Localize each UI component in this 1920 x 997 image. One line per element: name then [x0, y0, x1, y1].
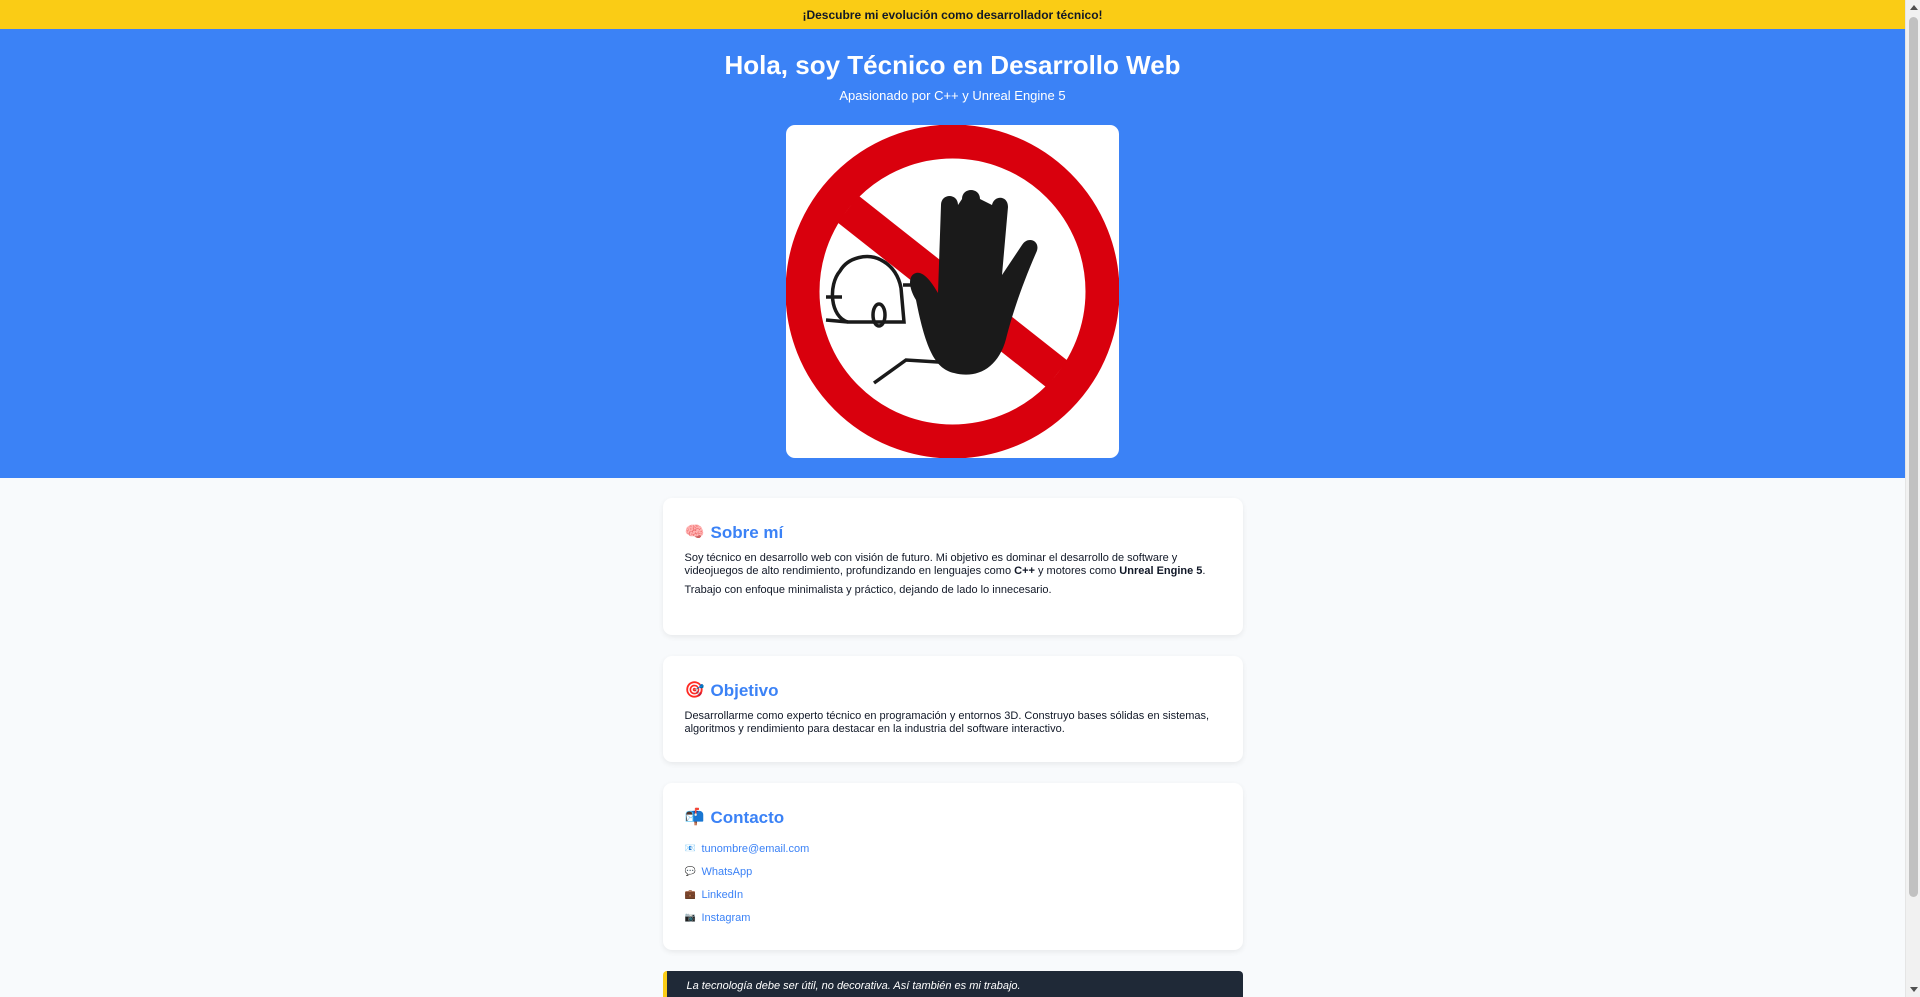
- target-icon: 🎯: [684, 682, 705, 699]
- no-entry-stop-hand-icon: [786, 125, 1119, 458]
- hero-image: [786, 125, 1119, 458]
- contact-heading: 📬 Contacto: [685, 807, 1221, 829]
- hero-section: Hola, soy Técnico en Desarrollo Web Apas…: [0, 29, 1905, 478]
- main-content: 🧠 Sobre mí Soy técnico en desarrollo web…: [662, 498, 1243, 997]
- contact-item-whatsapp: 💬 WhatsApp: [685, 860, 1221, 883]
- about-card: 🧠 Sobre mí Soy técnico en desarrollo web…: [662, 498, 1243, 635]
- contact-item-instagram: 📷 Instagram: [685, 906, 1221, 929]
- about-text-c: .: [1202, 565, 1206, 577]
- page-title: Hola, soy Técnico en Desarrollo Web: [724, 50, 1181, 80]
- goal-heading: 🎯 Objetivo: [685, 680, 1221, 702]
- speech-bubble-icon: 💬: [684, 866, 696, 876]
- contact-item-email: 📧 tunombre@email.com: [685, 837, 1221, 860]
- briefcase-icon: 💼: [684, 889, 696, 899]
- scrollbar-thumb[interactable]: [1909, 17, 1918, 897]
- brain-icon: 🧠: [684, 524, 705, 541]
- about-text-b: y motores como: [1034, 565, 1120, 577]
- email-link[interactable]: tunombre@email.com: [702, 843, 810, 855]
- goal-card: 🎯 Objetivo Desarrollarme como experto té…: [662, 656, 1243, 762]
- camera-icon: 📷: [684, 912, 696, 922]
- mailbox-icon: 📬: [684, 809, 705, 826]
- footer-quote: La tecnología debe ser útil, no decorati…: [662, 971, 1243, 997]
- email-icon: 📧: [684, 843, 696, 853]
- contact-item-linkedin: 💼 LinkedIn: [685, 883, 1221, 906]
- about-paragraph-2: Trabajo con enfoque minimalista y prácti…: [684, 584, 1052, 596]
- about-title: Sobre mí: [710, 523, 784, 542]
- quote-text: La tecnología debe ser útil, no decorati…: [686, 980, 1021, 992]
- about-heading: 🧠 Sobre mí: [685, 522, 1221, 544]
- contact-title: Contacto: [710, 808, 785, 827]
- whatsapp-link[interactable]: WhatsApp: [702, 866, 753, 878]
- goal-paragraph: Desarrollarme como experto técnico en pr…: [684, 710, 1210, 735]
- page-subtitle: Apasionado por C++ y Unreal Engine 5: [839, 88, 1066, 103]
- goal-title: Objetivo: [710, 681, 779, 700]
- about-text-cpp: C++: [1014, 565, 1035, 577]
- contact-list: 📧 tunombre@email.com 💬 WhatsApp 💼 Linked…: [685, 837, 1221, 929]
- about-paragraph-1: Soy técnico en desarrollo web con visión…: [685, 552, 1221, 578]
- scroll-down-arrow-icon[interactable]: [1910, 987, 1918, 992]
- about-text-ue: Unreal Engine 5: [1119, 565, 1203, 577]
- scroll-up-arrow-icon[interactable]: [1910, 5, 1918, 10]
- instagram-link[interactable]: Instagram: [702, 912, 751, 924]
- promo-banner: ¡Descubre mi evolución como desarrollado…: [0, 0, 1905, 29]
- vertical-scrollbar[interactable]: [1905, 0, 1920, 997]
- page: ¡Descubre mi evolución como desarrollado…: [0, 0, 1905, 997]
- banner-text: ¡Descubre mi evolución como desarrollado…: [802, 7, 1103, 22]
- linkedin-link[interactable]: LinkedIn: [702, 889, 744, 901]
- contact-card: 📬 Contacto 📧 tunombre@email.com 💬 WhatsA…: [662, 783, 1243, 950]
